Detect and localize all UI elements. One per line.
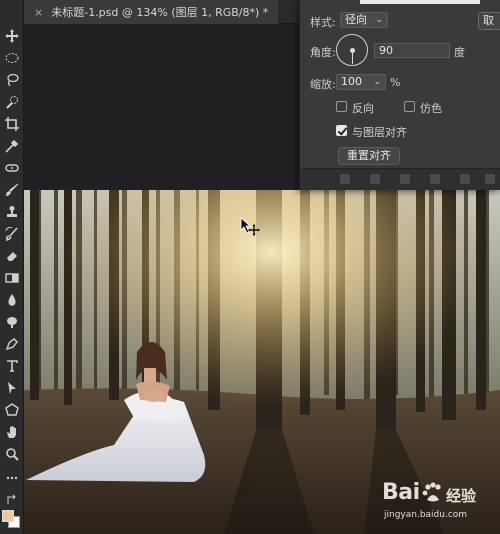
dither-label: 仿色 <box>420 102 442 115</box>
style-value: 径向 <box>345 13 367 26</box>
trash-icon[interactable] <box>485 174 495 184</box>
type-icon[interactable] <box>2 356 22 376</box>
angle-dial[interactable] <box>336 34 368 66</box>
stamp-icon[interactable] <box>2 202 22 222</box>
swap-colors-icon[interactable] <box>2 490 22 510</box>
reset-alignment-button[interactable]: 重置对齐 <box>338 147 400 165</box>
foreground-color-swatch[interactable] <box>2 510 14 522</box>
healing-icon[interactable] <box>2 158 22 178</box>
style-label: 样式: <box>310 16 336 29</box>
angle-label: 角度: <box>310 46 336 59</box>
document-title: 未标题-1.psd @ 134% (图层 1, RGB/8*) * <box>51 6 269 19</box>
hand-icon[interactable] <box>2 422 22 442</box>
eyedropper-icon[interactable] <box>2 136 22 156</box>
gradient-preview-strip[interactable] <box>360 0 480 4</box>
mask-icon[interactable] <box>400 174 410 184</box>
watermark-brand: Bai <box>382 480 420 505</box>
zoom-icon[interactable] <box>2 444 22 464</box>
more-icon[interactable] <box>2 468 22 488</box>
layers-panel-strip <box>300 168 500 190</box>
reverse-label: 反向 <box>352 102 374 115</box>
tools-panel <box>0 0 24 534</box>
baidu-jingyan-watermark: Bai 经验 jingyan.baidu.com <box>380 480 498 528</box>
dodge-icon[interactable] <box>2 312 22 332</box>
align-with-layer-label: 与图层对齐 <box>352 126 407 139</box>
crop-icon[interactable] <box>2 114 22 134</box>
scale-unit: % <box>390 76 401 89</box>
chevron-down-icon: ⌄ <box>375 15 383 25</box>
angle-input[interactable]: 90 <box>374 43 450 58</box>
eraser-icon[interactable] <box>2 246 22 266</box>
folder-icon[interactable] <box>460 174 470 184</box>
paw-icon <box>422 482 441 502</box>
brush-icon[interactable] <box>2 180 22 200</box>
adjustment-icon[interactable] <box>430 174 440 184</box>
fx-icon[interactable] <box>370 174 380 184</box>
marquee-icon[interactable] <box>2 48 22 68</box>
quick-select-icon[interactable] <box>2 92 22 112</box>
reverse-checkbox[interactable] <box>336 101 347 112</box>
scale-label: 缩放: <box>310 78 336 91</box>
style-select[interactable]: 径向 ⌄ <box>340 12 388 28</box>
lasso-icon[interactable] <box>2 70 22 90</box>
angle-dial-center <box>350 48 355 53</box>
gradient-overlay-dialog: 取 样式: 径向 ⌄ 角度: 90 度 缩放: 100 ⌄ % 反向 仿色 与图… <box>299 0 500 190</box>
scale-value: 100 <box>341 75 362 88</box>
link-icon[interactable] <box>340 174 350 184</box>
move-icon[interactable] <box>2 26 22 46</box>
cancel-button[interactable]: 取 <box>478 12 500 30</box>
arrow-cursor-icon <box>240 217 260 241</box>
scale-select[interactable]: 100 ⌄ <box>336 74 386 90</box>
history-brush-icon[interactable] <box>2 224 22 244</box>
align-with-layer-checkbox[interactable] <box>336 125 347 136</box>
pen-icon[interactable] <box>2 334 22 354</box>
gradient-icon[interactable] <box>2 268 22 288</box>
document-tab[interactable]: × 未标题-1.psd @ 134% (图层 1, RGB/8*) * <box>24 0 279 24</box>
blur-icon[interactable] <box>2 290 22 310</box>
shape-icon[interactable] <box>2 400 22 420</box>
watermark-url: jingyan.baidu.com <box>384 510 468 520</box>
chevron-down-icon: ⌄ <box>373 77 381 87</box>
watermark-brand-cn: 经验 <box>446 487 477 505</box>
path-select-icon[interactable] <box>2 378 22 398</box>
close-tab-icon[interactable]: × <box>34 6 43 19</box>
dither-checkbox[interactable] <box>404 101 415 112</box>
angle-unit: 度 <box>454 46 465 59</box>
